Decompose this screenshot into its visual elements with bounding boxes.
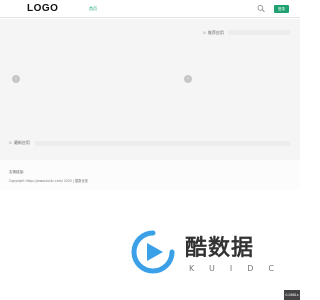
footer bbox=[0, 160, 300, 190]
watermark-logo: 酷数据 KUIDC bbox=[131, 230, 281, 280]
section-grid-icon: ⊞ bbox=[9, 141, 12, 145]
watermark-chinese-text: 酷数据 bbox=[185, 236, 255, 261]
content-area: ⊞ 推荐应用 ‹ › ⊞ 最新应用 bbox=[0, 19, 300, 160]
carousel-next-button[interactable]: › bbox=[184, 75, 192, 83]
login-button[interactable]: 登录 bbox=[274, 5, 289, 13]
copyright-text: Copyright https://www.kuidc.com/ 2025 | … bbox=[9, 179, 88, 183]
latest-placeholder-bar bbox=[35, 141, 290, 146]
site-logo[interactable]: LOGO bbox=[27, 3, 58, 14]
timing-badge: 0.0861s bbox=[284, 290, 300, 300]
section-title-text: 推荐应用 bbox=[207, 30, 224, 35]
section-title-latest: ⊞ 最新应用 bbox=[9, 140, 30, 146]
carousel-prev-button[interactable]: ‹ bbox=[12, 75, 20, 83]
chevron-left-icon: ‹ bbox=[15, 76, 17, 82]
section-grid-icon: ⊞ bbox=[203, 31, 206, 35]
recommended-placeholder-bar bbox=[228, 30, 290, 35]
section-title-recommended: ⊞ 推荐应用 bbox=[203, 30, 224, 36]
search-icon[interactable] bbox=[257, 4, 265, 13]
watermark-english-text: KUIDC bbox=[189, 264, 289, 273]
top-navigation-bar: LOGO 首页 登录 bbox=[0, 0, 300, 18]
nav-home-link[interactable]: 首页 bbox=[89, 6, 97, 12]
chevron-right-icon: › bbox=[187, 76, 189, 82]
friendly-links-label: 友情链接: bbox=[9, 170, 25, 174]
section-title-text: 最新应用 bbox=[13, 140, 30, 145]
play-logo-icon bbox=[131, 230, 175, 274]
